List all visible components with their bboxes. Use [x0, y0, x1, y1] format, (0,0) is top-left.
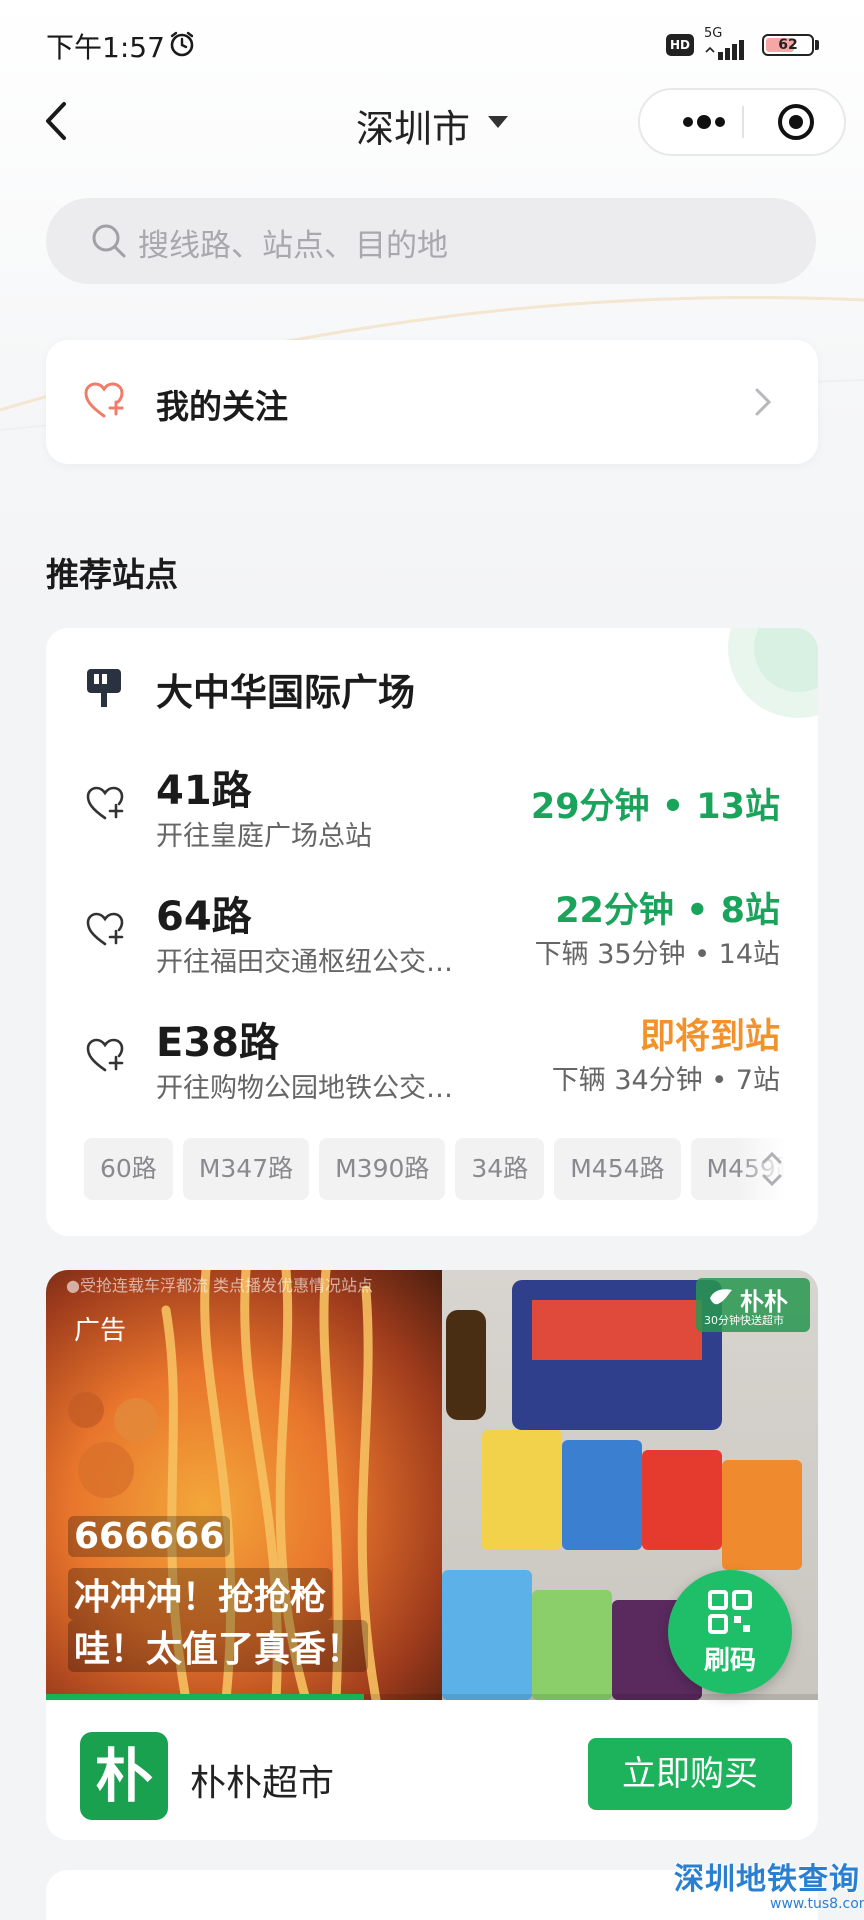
search-icon — [92, 224, 126, 258]
signal-icon — [705, 40, 744, 60]
video-progress-bar — [46, 1694, 818, 1700]
route-eta: 即将到站 — [639, 1017, 780, 1057]
battery-icon: 62 — [762, 34, 814, 56]
advertiser-name[interactable]: 朴朴超市 — [190, 1754, 334, 1806]
route-eta: 22分钟 • 8站 — [555, 891, 780, 931]
heart-plus-icon[interactable] — [84, 1036, 126, 1076]
more-dots-icon[interactable] — [674, 110, 734, 134]
route-name: E38路 — [156, 1020, 279, 1066]
advertiser-logo[interactable]: 朴 — [80, 1732, 168, 1820]
ad-label[interactable]: 广告 — [74, 1310, 126, 1347]
advertisement-card[interactable]: ●受抢连载车浮都流 类点播发优惠情况站点 广告 666666 冲冲冲！抢抢枪 哇… — [46, 1270, 818, 1840]
heart-plus-icon[interactable] — [84, 784, 126, 824]
status-time: 下午1:57 — [46, 31, 165, 64]
route-name: 41路 — [156, 768, 252, 814]
card-corner-decoration — [728, 628, 818, 718]
brand-badge: 朴朴 30分钟快送超市 — [696, 1278, 810, 1332]
route-eta: 29分钟 • 13站 — [530, 787, 780, 827]
route-destination: 开往皇庭广场总站 — [156, 821, 372, 852]
site-watermark: 深圳地铁查询 www.tus8.com — [674, 1854, 864, 1916]
route-row-64[interactable]: 64路 开往福田交通枢纽公交… 22分钟 • 8站 下辆 35分钟 • 14站 — [46, 884, 818, 1004]
qr-code-icon — [708, 1590, 752, 1634]
route-chip[interactable]: M347路 — [182, 1138, 310, 1200]
route-chip[interactable]: 60路 — [84, 1138, 173, 1200]
route-row-e38[interactable]: E38路 开往购物公园地铁公交… 即将到站 下辆 34分钟 • 7站 — [46, 1010, 818, 1130]
hd-badge: HD — [666, 34, 694, 56]
ad-caption: 666666 — [68, 1516, 231, 1557]
my-favorites-card[interactable]: 我的关注 — [46, 340, 818, 464]
route-destination: 开往福田交通枢纽公交… — [156, 947, 453, 978]
route-chip[interactable]: 34路 — [455, 1138, 545, 1200]
route-next-bus: 下辆 35分钟 • 14站 — [534, 939, 780, 970]
route-next-bus: 下辆 34分钟 • 7站 — [551, 1065, 780, 1096]
bird-logo-icon — [710, 1289, 732, 1305]
route-chip[interactable]: M454路 — [554, 1138, 681, 1200]
ad-caption: 冲冲冲！抢抢枪 — [68, 1568, 333, 1620]
search-input[interactable]: 搜线路、站点、目的地 — [46, 198, 816, 284]
watermark-sub: www.tus8.com — [770, 1896, 864, 1912]
ad-top-text: ●受抢连载车浮都流 类点播发优惠情况站点 — [66, 1276, 374, 1295]
caret-down-icon[interactable] — [488, 116, 508, 128]
ad-caption: 哇！太值了真香！ — [68, 1620, 369, 1672]
chevron-right-icon — [755, 388, 772, 416]
battery-tip — [815, 40, 819, 50]
alarm-icon — [170, 31, 194, 57]
heart-plus-icon[interactable] — [84, 910, 126, 950]
search-placeholder: 搜线路、站点、目的地 — [138, 228, 448, 264]
my-favorites-label: 我的关注 — [156, 387, 288, 426]
video-progress-fill — [46, 1694, 364, 1700]
route-name: 64路 — [156, 894, 252, 940]
capsule-divider — [742, 106, 744, 138]
buy-now-button[interactable]: 立即购买 — [588, 1738, 792, 1810]
route-chip[interactable]: M390路 — [319, 1138, 446, 1200]
heart-plus-icon — [84, 382, 124, 418]
scan-code-label: 刷码 — [703, 1646, 756, 1676]
status-bar: 下午1:57 HD 5G 62 — [0, 0, 864, 90]
scan-code-button[interactable]: 刷码 — [668, 1570, 792, 1694]
route-row-41[interactable]: 41路 开往皇庭广场总站 29分钟 • 13站 — [46, 758, 818, 878]
city-selector[interactable]: 深圳市 — [356, 98, 470, 153]
battery-level: 62 — [778, 37, 798, 53]
other-routes-chips: 60路M347路M390路34路M454路M459路 — [84, 1138, 784, 1200]
back-arrow-icon[interactable] — [36, 96, 76, 146]
ad-noodle-image: ●受抢连载车浮都流 类点播发优惠情况站点 广告 666666 冲冲冲！抢抢枪 哇… — [46, 1270, 442, 1700]
recommended-station-card[interactable]: 大中华国际广场 41路 开往皇庭广场总站 29分钟 • 13站 64路 开往福田… — [46, 628, 818, 1236]
bus-stop-icon — [87, 669, 121, 707]
station-name: 大中华国际广场 — [156, 671, 415, 714]
expand-updown-icon[interactable] — [758, 1146, 786, 1192]
close-miniprogram-icon[interactable] — [776, 102, 816, 142]
section-title-recommended: 推荐站点 — [46, 555, 178, 594]
watermark-main: 深圳地铁查询 — [674, 1862, 860, 1897]
brand-badge-subtitle: 30分钟快送超市 — [704, 1314, 784, 1327]
miniprogram-capsule — [638, 88, 846, 156]
route-destination: 开往购物公园地铁公交… — [156, 1073, 453, 1104]
